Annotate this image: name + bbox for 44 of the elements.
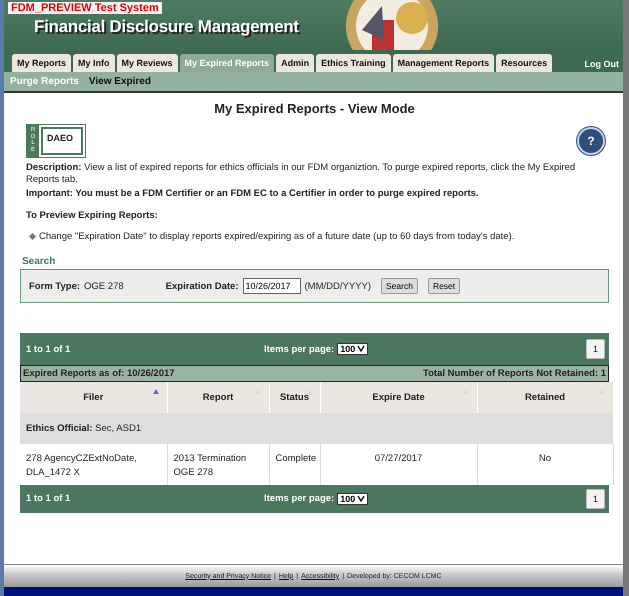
form-button[interactable]: Reset <box>428 278 460 294</box>
column-header[interactable]: Retained <box>477 382 613 414</box>
app-title: Financial Disclosure Management <box>34 17 299 37</box>
group-row: Ethics Official: Sec, ASD1 <box>20 413 613 444</box>
page-button[interactable]: 1 <box>586 488 605 509</box>
items-per-page-label: Items per page: <box>264 493 334 504</box>
chevron-icon <box>357 344 366 352</box>
nav-tab[interactable]: Management Reports <box>392 54 494 72</box>
result-range: 1 to 1 of 1 <box>26 493 72 504</box>
help-button[interactable]: ? <box>577 127 605 155</box>
column-header[interactable]: Filer <box>20 382 167 414</box>
page-button[interactable]: 1 <box>586 339 605 360</box>
form-type-value: OGE 278 <box>84 280 124 292</box>
subnav-link[interactable]: View Expired <box>88 76 151 87</box>
chevron-icon <box>357 494 366 502</box>
column-header[interactable]: Report <box>167 382 269 414</box>
form-button[interactable]: Search <box>381 278 418 294</box>
caption-text: Expired Reports as of: 10/26/2017 <box>23 368 175 380</box>
test-system-banner: FDM_PREVIEW Test System <box>8 2 162 14</box>
expiration-date-field[interactable]: 10/26/2017 <box>242 278 300 294</box>
nav-tab[interactable]: My Reports <box>12 54 72 72</box>
important-note: Important: You must be a FDM Certifier or an FDM EC to a Certifier in order to purge expired reports. <box>26 188 480 200</box>
bullet-icon <box>28 233 36 240</box>
nav-tab[interactable]: Admin <box>276 54 314 72</box>
preview-heading: To Preview Expiring Reports: <box>26 210 159 222</box>
nav-tab[interactable]: Ethics Training <box>316 54 391 72</box>
preview-instruction: Change "Expiration Date" to display reports expired/expiring as of a future date (up to 60 days from today's date). <box>39 231 514 242</box>
description-text: Description: View a list of expired reports for ethics officials in our FDM organiztion. To purge expired reports, click the My Expired Reports tab. <box>26 162 576 187</box>
log-out-link[interactable]: Log Out <box>584 59 619 72</box>
result-range: 1 to 1 of 1 <box>26 344 72 355</box>
nav-tab[interactable]: My Info <box>73 54 115 72</box>
items-per-page-select[interactable]: 100 <box>337 343 368 356</box>
page-title: My Expired Reports - View Mode <box>213 101 416 116</box>
column-header[interactable]: Expire Date <box>320 382 477 414</box>
items-per-page-label: Items per page: <box>264 344 334 355</box>
column-header[interactable]: Status <box>269 382 320 414</box>
nav-tab[interactable]: My Reviews <box>116 54 178 72</box>
total-not-retained: Total Number of Reports Not Retained: 1 <box>423 368 606 380</box>
date-format-hint: (MM/DD/YYYY) <box>304 280 371 292</box>
form-type-label: Form Type: <box>29 280 80 292</box>
expiration-date-label: Expiration Date: <box>166 280 238 292</box>
items-per-page-select[interactable]: 100 <box>337 492 368 505</box>
search-heading: Search <box>22 256 56 268</box>
nav-tab[interactable]: Resources <box>496 54 552 72</box>
